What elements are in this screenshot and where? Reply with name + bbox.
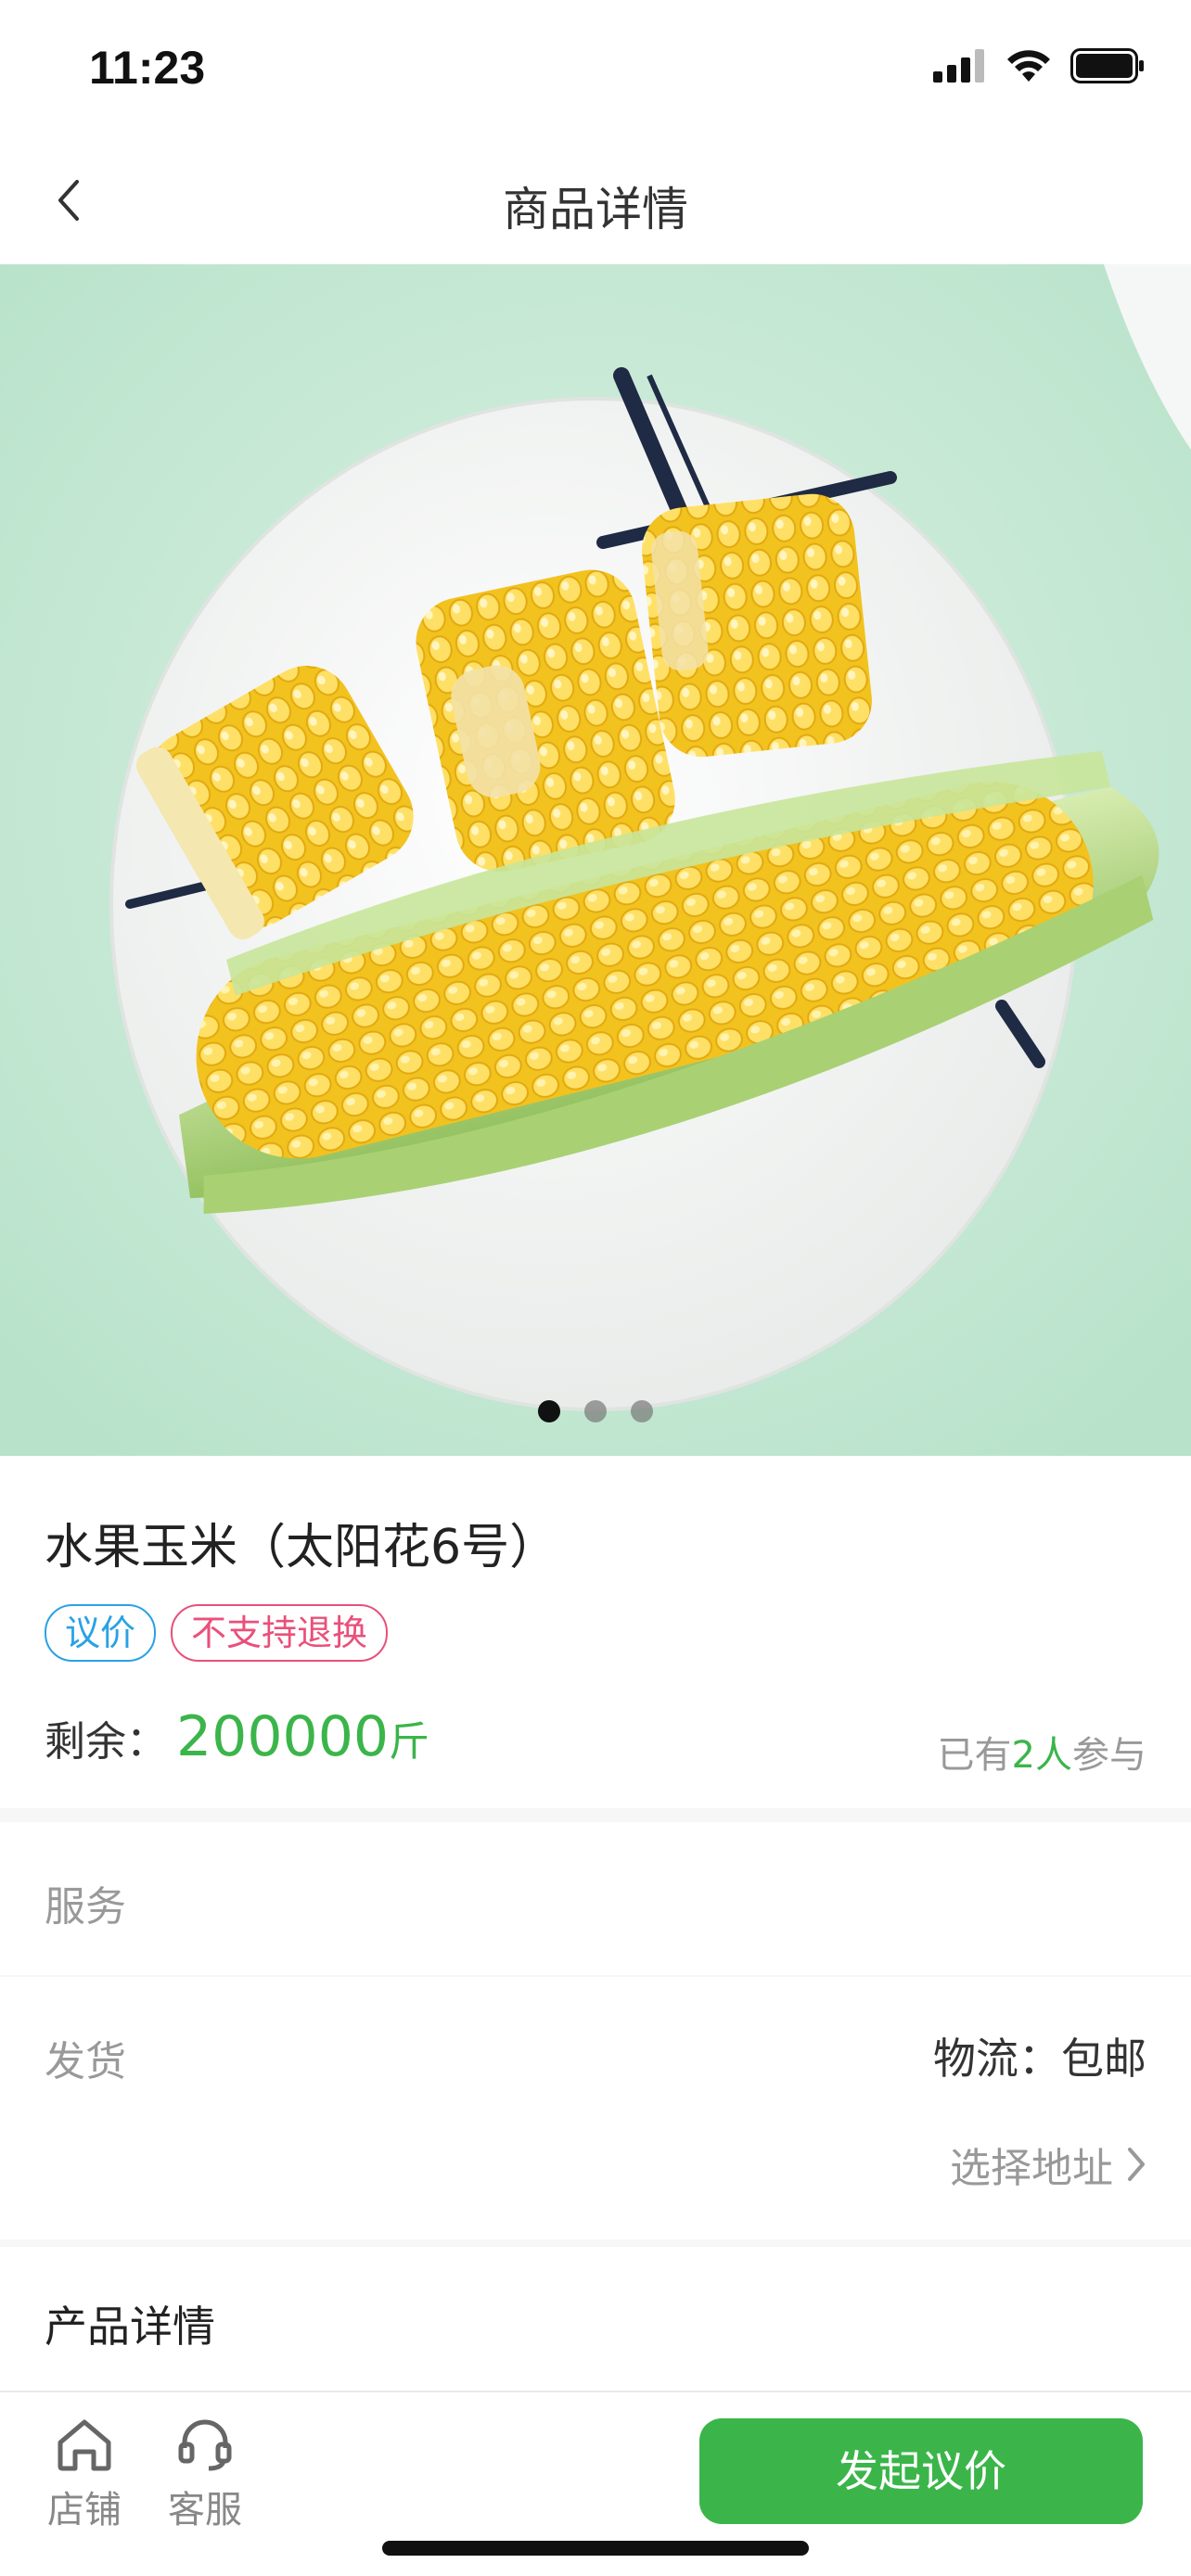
participants-number: 2人 — [1011, 1734, 1072, 1777]
product-image-carousel[interactable] — [0, 264, 1191, 1456]
select-address-label: 选择地址 — [950, 2145, 1113, 2192]
product-tags: 议价 不支持退换 — [45, 1604, 389, 1662]
signal-icon — [933, 49, 984, 83]
tag-no-returns: 不支持退换 — [171, 1604, 389, 1662]
headset-icon — [178, 2419, 232, 2471]
service-label: 服务 — [45, 1883, 126, 1931]
carousel-dot[interactable] — [538, 1400, 560, 1422]
product-info: 水果玉米（太阳花6号） 议价 不支持退换 剩余： 200000 斤 已有 2人 … — [0, 1456, 1191, 1808]
nav-bar: 商品详情 — [0, 139, 1191, 264]
start-negotiation-button[interactable]: 发起议价 — [699, 2418, 1143, 2524]
remaining-label: 剩余： — [45, 1718, 167, 1766]
logistics-info: 物流：包邮 — [933, 2034, 1146, 2084]
shop-label: 店铺 — [47, 2489, 122, 2531]
battery-icon — [1070, 48, 1144, 83]
home-icon — [58, 2419, 111, 2471]
home-indicator — [382, 2541, 809, 2556]
status-bar: 11:23 — [0, 0, 1191, 139]
tag-negotiable: 议价 — [45, 1604, 157, 1662]
page-title: 商品详情 — [503, 183, 688, 236]
remaining-stock: 剩余： 200000 斤 — [45, 1704, 429, 1769]
chevron-right-icon — [1128, 2148, 1145, 2181]
participants-suffix: 参与 — [1072, 1734, 1146, 1777]
customer-service-button[interactable]: 客服 — [154, 2417, 256, 2533]
remaining-value: 200000 — [176, 1704, 390, 1769]
shipping-label: 发货 — [45, 2038, 126, 2085]
status-icons — [933, 48, 1145, 83]
participants-count: 已有 2人 参与 — [938, 1725, 1146, 1779]
product-photo — [0, 264, 1191, 1456]
carousel-indicator — [0, 1400, 1191, 1422]
carousel-dot[interactable] — [584, 1400, 607, 1422]
remaining-unit: 斤 — [389, 1718, 430, 1766]
status-time: 11:23 — [89, 42, 206, 94]
product-name: 水果玉米（太阳花6号） — [45, 1520, 558, 1575]
participants-prefix: 已有 — [937, 1734, 1012, 1777]
shipping-row: 发货 物流：包邮 选择地址 — [0, 1977, 1191, 2239]
wifi-icon — [1007, 50, 1050, 82]
service-row[interactable]: 服务 — [0, 1822, 1191, 1975]
shop-button[interactable]: 店铺 — [33, 2417, 135, 2533]
product-detail-page: 11:23 商品详情 水果玉米（太阳花6号） 议价 不支持退换 剩余： 2000… — [0, 0, 1191, 2576]
carousel-dot[interactable] — [631, 1400, 653, 1422]
product-details-section: 产品详情 — [0, 2247, 1191, 2391]
product-details-title: 产品详情 — [45, 2302, 215, 2352]
select-address-button[interactable]: 选择地址 — [950, 2135, 1146, 2194]
customer-service-label: 客服 — [168, 2489, 242, 2531]
